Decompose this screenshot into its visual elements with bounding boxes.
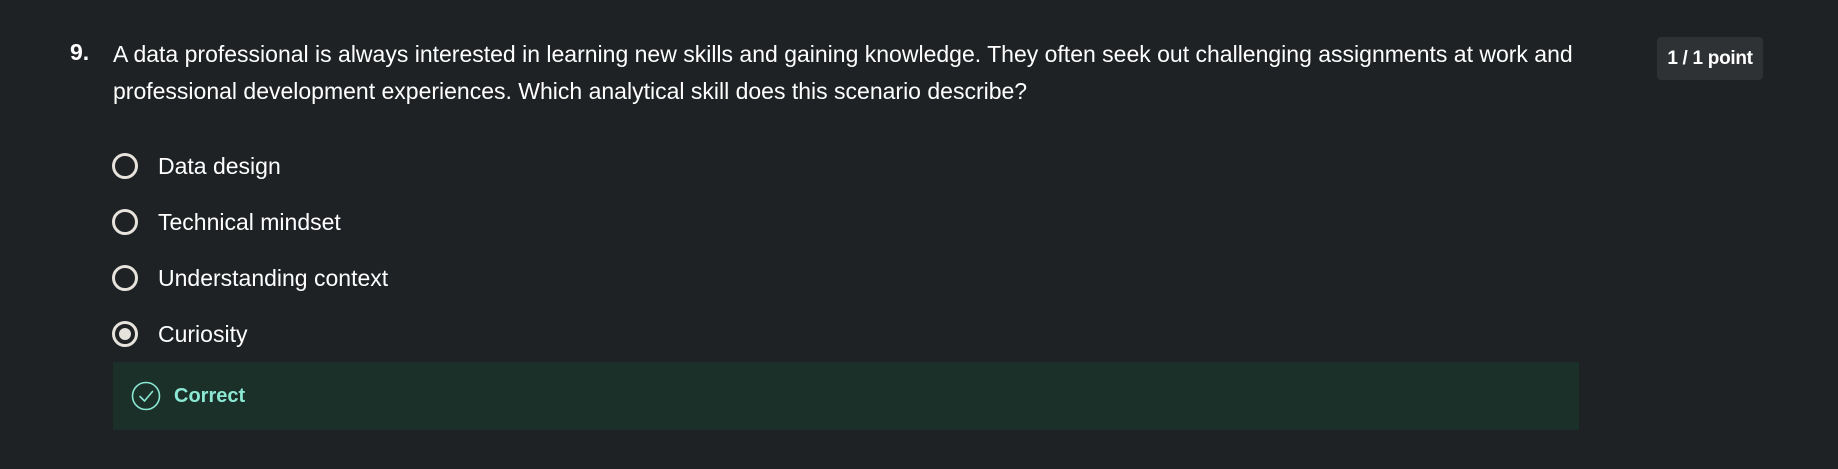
radio-button-selected[interactable]	[112, 321, 138, 347]
quiz-question: 9. A data professional is always interes…	[70, 36, 1770, 456]
radio-button[interactable]	[112, 209, 138, 235]
feedback-label: Correct	[174, 384, 246, 407]
option-technical-mindset[interactable]: Technical mindset	[112, 194, 388, 250]
option-label: Curiosity	[158, 320, 248, 347]
feedback-banner: Correct	[113, 362, 1579, 430]
question-text: A data professional is always interested…	[113, 41, 1573, 104]
radio-button[interactable]	[112, 265, 138, 291]
points-badge: 1 / 1 point	[1657, 37, 1763, 80]
option-data-design[interactable]: Data design	[112, 138, 388, 194]
option-label: Technical mindset	[158, 208, 341, 235]
radio-button[interactable]	[112, 153, 138, 179]
question-number: 9.	[70, 39, 90, 65]
answer-options: Data design Technical mindset Understand…	[112, 138, 388, 362]
option-understanding-context[interactable]: Understanding context	[112, 250, 388, 306]
option-curiosity[interactable]: Curiosity	[112, 306, 388, 362]
check-circle-icon	[131, 381, 161, 411]
option-label: Understanding context	[158, 264, 389, 291]
option-label: Data design	[158, 152, 281, 179]
